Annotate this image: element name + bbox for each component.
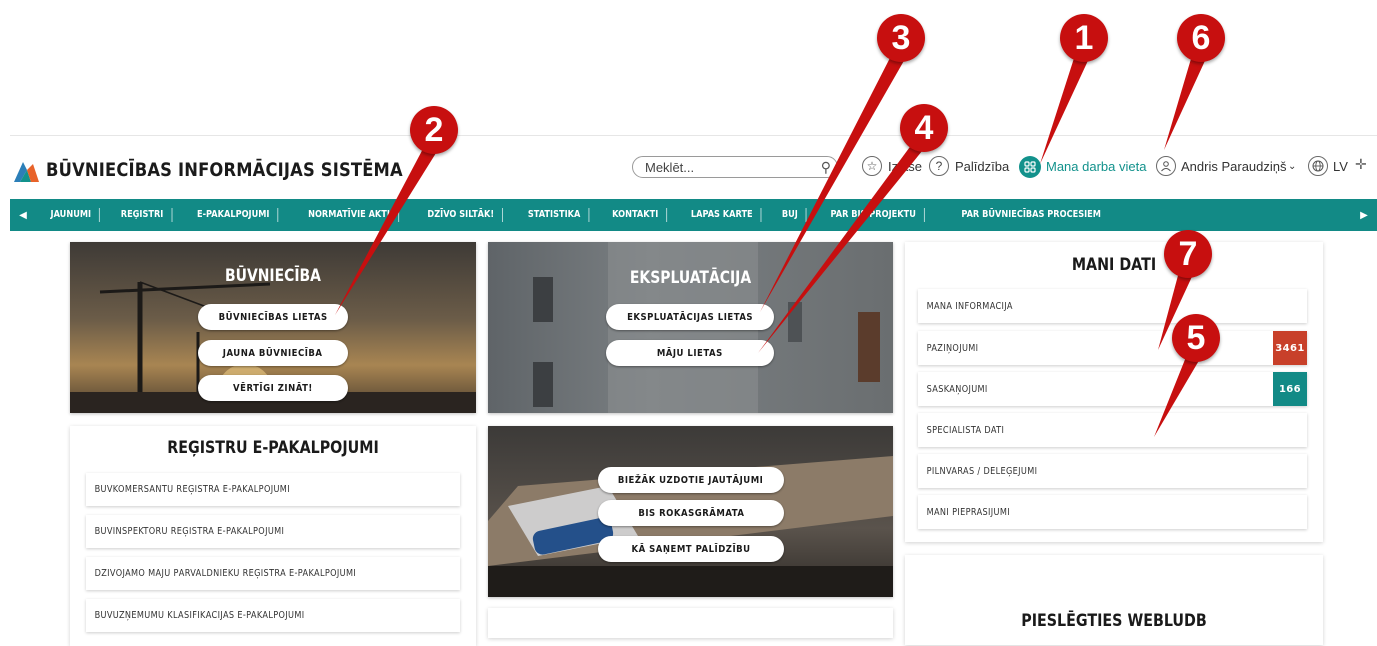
- workspace-link[interactable]: Mana darba vieta: [1046, 159, 1146, 174]
- ka-sanemt-palidzibu-button[interactable]: KĀ SAŅEMT PALĪDZĪBU: [598, 536, 784, 562]
- next-tile: [488, 608, 893, 638]
- mani-dati-title: MANI DATI: [1071, 255, 1157, 275]
- ekspluatacija-tile: EKSPLUATĀCIJA EKSPLUATĀCIJAS LIETAS MĀJU…: [488, 242, 893, 413]
- registri-item[interactable]: DZĪVOJAMO MĀJU PĀRVALDNIEKU REĢISTRA E-P…: [86, 557, 460, 590]
- help-tile: BIEŽĀK UZDOTIE JAUTĀJUMI BIS ROKASGRĀMAT…: [488, 426, 893, 597]
- language-selector[interactable]: LV: [1333, 159, 1348, 174]
- buvnieciba-tile: BŪVNIECĪBA BŪVNIECĪBAS LIETAS JAUNA BŪVN…: [70, 242, 476, 413]
- nav-item-par-buvniecibas-procesiem[interactable]: PAR BŪVNIECĪBAS PROCESIEM: [953, 208, 1109, 222]
- annotation-marker-3: 3: [877, 14, 925, 62]
- annotation-marker-6: 6: [1177, 14, 1225, 62]
- help-icon[interactable]: ?: [929, 156, 949, 176]
- specialista-dati-item[interactable]: SPECIĀLISTA DATI: [918, 413, 1307, 447]
- arrow-1: [1040, 52, 1092, 164]
- main-nav: ◀ JAUNUMI REĢISTRI E-PAKALPOJUMI NORMATĪ…: [10, 199, 1377, 231]
- mana-informacija-item[interactable]: MANA INFORMĀCIJA: [918, 289, 1307, 323]
- approvals-count-badge: 166: [1273, 372, 1307, 406]
- nav-item-dzivo-siltak[interactable]: DZĪVO SILTĀK!: [419, 208, 503, 222]
- search-box: ⚲: [632, 156, 838, 178]
- search-input[interactable]: [633, 159, 815, 175]
- help-link[interactable]: Palīdzība: [955, 159, 1009, 174]
- registri-card: REĢISTRU E-PAKALPOJUMI BŪVKOMERSANTU REĢ…: [70, 426, 476, 646]
- mani-dati-card: MANI DATI MANA INFORMĀCIJA PAZIŅOJUMI 34…: [905, 242, 1323, 542]
- pilnvaras-delegejumi-item[interactable]: PILNVARAS / DELEĢĒJUMI: [918, 454, 1307, 488]
- user-menu[interactable]: Andris Paraudziņš: [1181, 159, 1287, 174]
- user-icon[interactable]: [1156, 156, 1176, 176]
- annotation-marker-1: 1: [1060, 14, 1108, 62]
- registri-title: REĢISTRU E-PAKALPOJUMI: [167, 438, 379, 458]
- annotation-marker-5: 5: [1172, 314, 1220, 362]
- annotation-marker-4: 4: [900, 104, 948, 152]
- biezak-uzdotie-jautajumi-button[interactable]: BIEŽĀK UZDOTIE JAUTĀJUMI: [598, 467, 784, 493]
- brand-title: BŪVNIECĪBAS INFORMĀCIJAS SISTĒMA: [46, 159, 403, 181]
- bis-logo-icon: [14, 162, 39, 182]
- search-icon[interactable]: ⚲: [821, 159, 831, 176]
- nav-item-kontakti[interactable]: KONTAKTI: [604, 208, 668, 222]
- pazinojumi-item[interactable]: PAZIŅOJUMI 3461: [918, 331, 1307, 365]
- saskanojumi-item[interactable]: SASKAŅOJUMI 166: [918, 372, 1307, 406]
- nav-item-registri[interactable]: REĢISTRI: [113, 208, 173, 222]
- header-divider: [10, 135, 1377, 136]
- annotation-marker-7: 7: [1164, 230, 1212, 278]
- jauna-buvnieciba-button[interactable]: JAUNA BŪVNIECĪBA: [198, 340, 348, 366]
- registri-item[interactable]: BŪVUZŅĒMUMU KLASIFIKĀCIJAS E-PAKALPOJUMI: [86, 599, 460, 632]
- bis-rokasgramata-button[interactable]: BIS ROKASGRĀMATA: [598, 500, 784, 526]
- chevron-down-icon[interactable]: ⌄: [1288, 161, 1296, 172]
- collapse-icon[interactable]: ✛: [1355, 156, 1367, 173]
- workspace-icon[interactable]: [1019, 156, 1041, 178]
- favorites-link[interactable]: Izlase: [888, 159, 922, 174]
- nav-item-buj[interactable]: BUJ: [774, 208, 808, 222]
- registri-item[interactable]: BŪVKOMERSANTU REĢISTRA E-PAKALPOJUMI: [86, 473, 460, 506]
- star-icon[interactable]: ☆: [862, 156, 882, 176]
- brand-logo[interactable]: BŪVNIECĪBAS INFORMĀCIJAS SISTĒMA: [12, 150, 461, 190]
- nav-item-normativie-akti[interactable]: NORMATĪVIE AKTI: [300, 208, 399, 222]
- registri-item[interactable]: BŪVINSPEKTORU REĢISTRA E-PAKALPOJUMI: [86, 515, 460, 548]
- buvniecibas-lietas-button[interactable]: BŪVNIECĪBAS LIETAS: [198, 304, 348, 330]
- buvnieciba-title: BŪVNIECĪBA: [225, 266, 321, 286]
- nav-item-statistika[interactable]: STATISTIKA: [520, 208, 590, 222]
- ekspluatacija-title: EKSPLUATĀCIJA: [629, 268, 752, 288]
- ekspluatacijas-lietas-button[interactable]: EKSPLUATĀCIJAS LIETAS: [606, 304, 774, 330]
- notifications-count-badge: 3461: [1273, 331, 1307, 365]
- annotation-marker-2: 2: [410, 106, 458, 154]
- nav-item-jaunumi[interactable]: JAUNUMI: [42, 208, 101, 222]
- webludb-title[interactable]: PIESLĒGTIES WEBLUDB: [938, 611, 1289, 631]
- nav-item-par-bis-projektu[interactable]: PAR BIS PROJEKTU: [822, 208, 925, 222]
- nav-next-arrow-icon[interactable]: ▶: [1351, 210, 1377, 221]
- webludb-card: PIESLĒGTIES WEBLUDB: [905, 555, 1323, 645]
- globe-icon[interactable]: [1308, 156, 1328, 176]
- nav-prev-arrow-icon[interactable]: ◀: [10, 210, 36, 221]
- nav-item-e-pakalpojumi[interactable]: E-PAKALPOJUMI: [189, 208, 279, 222]
- mani-pieprasijumi-item[interactable]: MANI PIEPRASĪJUMI: [918, 495, 1307, 529]
- nav-item-lapas-karte[interactable]: LAPAS KARTE: [683, 208, 762, 222]
- vertigi-zinat-button[interactable]: VĒRTĪGI ZINĀT!: [198, 375, 348, 401]
- maju-lietas-button[interactable]: MĀJU LIETAS: [606, 340, 774, 366]
